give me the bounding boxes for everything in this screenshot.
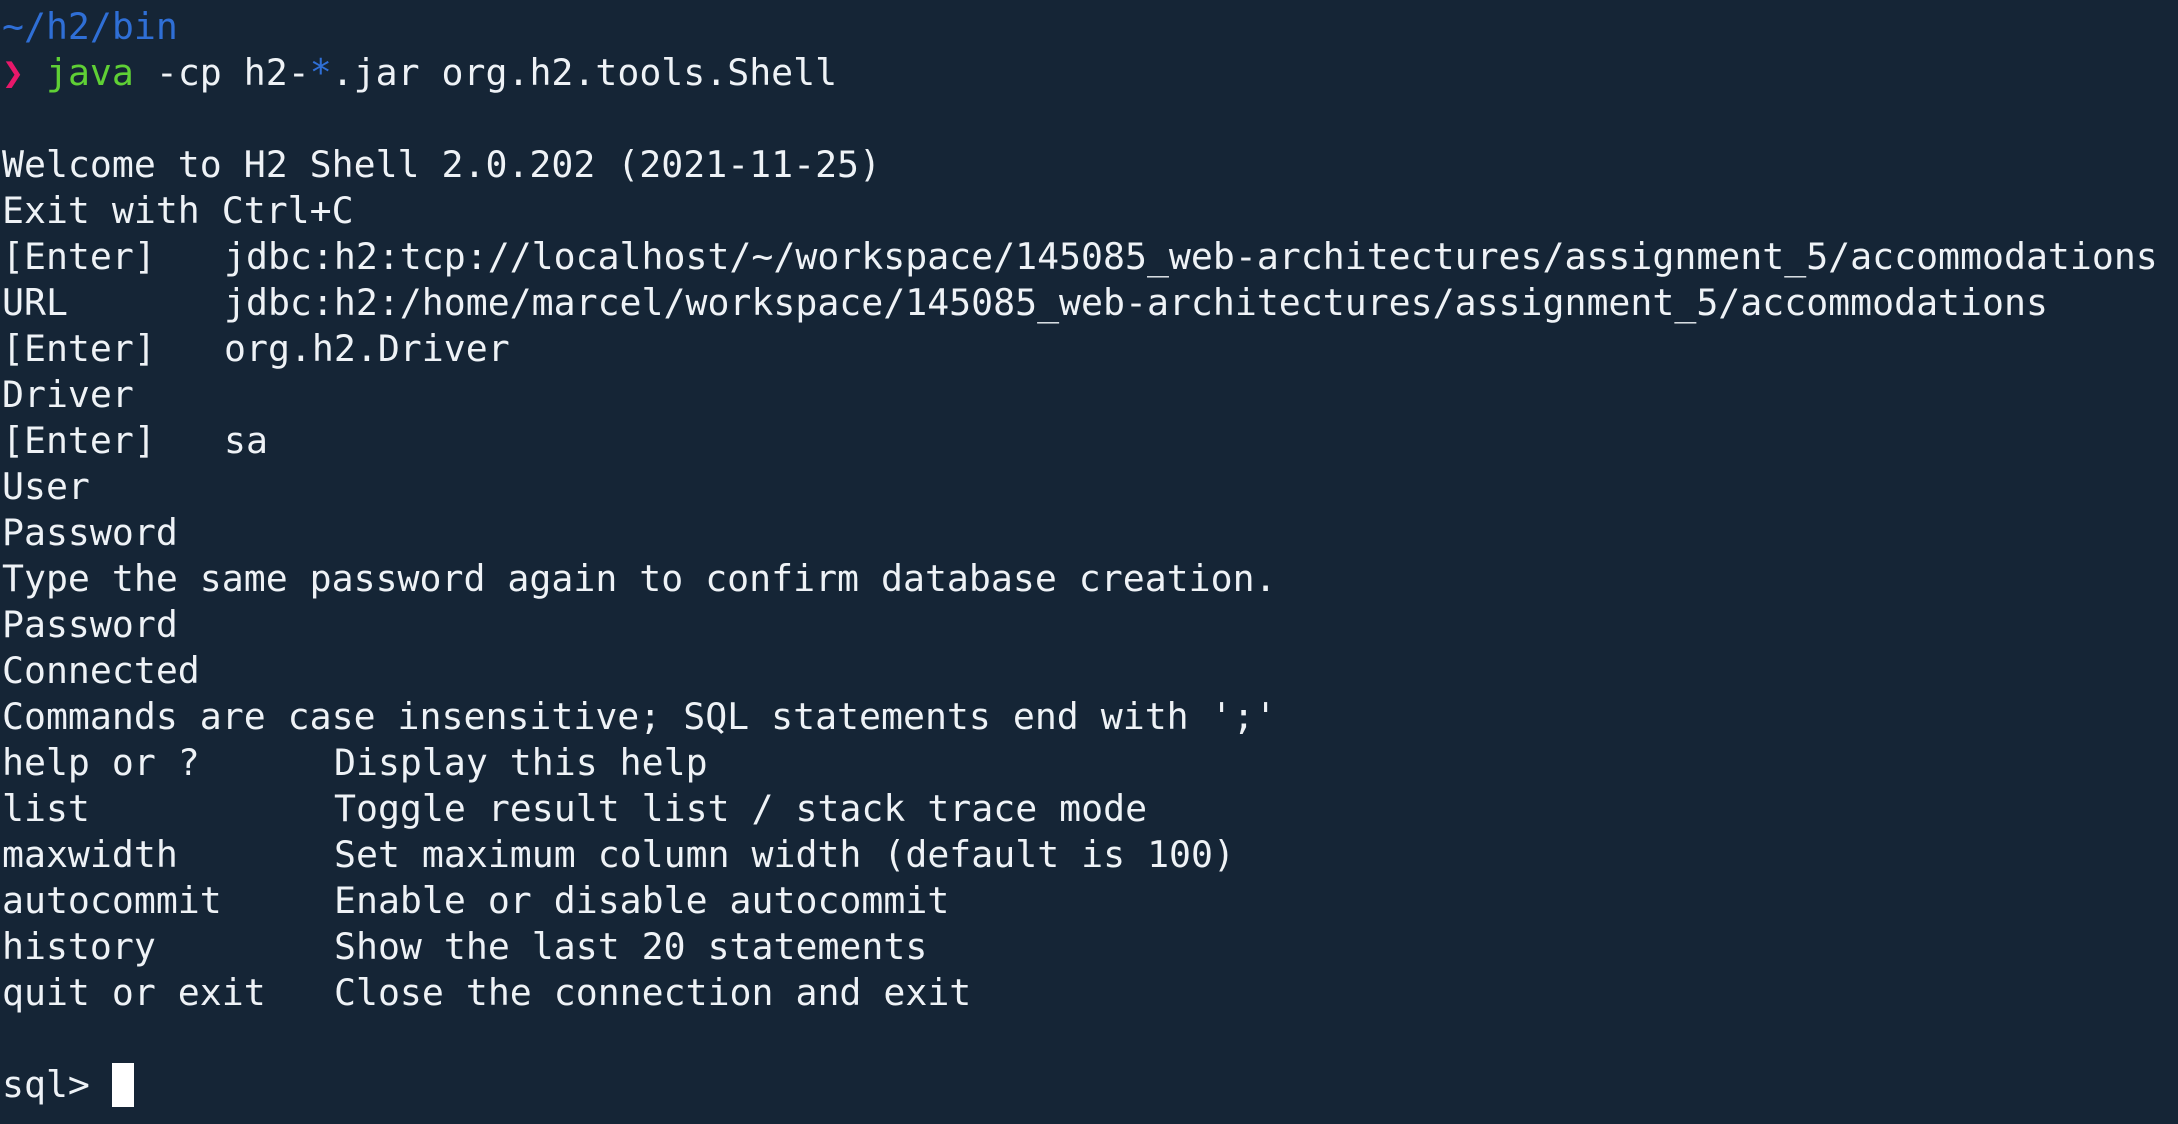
prompt-label: [Enter] — [2, 419, 156, 462]
terminal-window[interactable]: ~/h2/bin ❯ java -cp h2-*.jar org.h2.tool… — [0, 0, 2178, 1124]
help-row: help or ? Display this help — [2, 740, 708, 786]
command-line: ❯ java -cp h2-*.jar org.h2.tools.Shell — [2, 50, 837, 96]
help-command: autocommit — [2, 879, 222, 922]
help-row: history Show the last 20 statements — [2, 924, 927, 970]
prompt-row: [Enter] jdbc:h2:tcp://localhost/~/workspa… — [2, 234, 2158, 280]
prompt-row: Password — [2, 510, 178, 556]
help-description: Show the last 20 statements — [334, 925, 928, 968]
prompt-label: URL — [2, 281, 68, 324]
help-command: maxwidth — [2, 833, 178, 876]
prompt-row: [Enter] org.h2.Driver — [2, 326, 510, 372]
password-prompt: Password — [2, 603, 178, 646]
prompt-row: URL jdbc:h2:/home/marcel/workspace/145085… — [2, 280, 2048, 326]
confirm-message: Type the same password again to confirm … — [2, 557, 1277, 600]
command-args-rest: .jar org.h2.tools.Shell — [331, 51, 838, 94]
text-cursor[interactable] — [111, 1062, 134, 1107]
help-command: quit or exit — [2, 971, 266, 1014]
help-description: Display this help — [334, 741, 708, 784]
prompt-row: [Enter] sa — [2, 418, 268, 464]
welcome-message: Welcome to H2 Shell 2.0.202 (2021-11-25) — [2, 143, 881, 186]
prompt-value: jdbc:h2:tcp://localhost/~/workspace/1450… — [224, 235, 2158, 278]
prompt-row: User — [2, 464, 90, 510]
help-description: Toggle result list / stack trace mode — [334, 787, 1148, 830]
help-command: list — [2, 787, 90, 830]
sql-input-line[interactable]: sql> — [2, 1062, 134, 1108]
help-row: list Toggle result list / stack trace mod… — [2, 786, 1147, 832]
prompt-value: sa — [224, 419, 268, 462]
command-program: java — [45, 51, 134, 94]
help-description: Close the connection and exit — [334, 971, 972, 1014]
cwd-path: ~/h2/bin — [2, 5, 178, 48]
commands-intro: Commands are case insensitive; SQL state… — [2, 695, 1277, 738]
help-description: Enable or disable autocommit — [334, 879, 950, 922]
prompt-label: Driver — [2, 373, 134, 416]
help-description: Set maximum column width (default is 100… — [334, 833, 1235, 876]
prompt-value: jdbc:h2:/home/marcel/workspace/145085_we… — [224, 281, 2048, 324]
prompt-chevron-icon: ❯ — [2, 51, 24, 94]
help-row: maxwidth Set maximum column width (defaul… — [2, 832, 1235, 878]
help-command: help or ? — [2, 741, 200, 784]
command-glob: * — [309, 51, 332, 94]
prompt-label: [Enter] — [2, 327, 156, 370]
help-command: history — [2, 925, 156, 968]
sql-prompt: sql> — [2, 1063, 112, 1106]
prompt-label: Password — [2, 511, 178, 554]
prompt-label: User — [2, 465, 90, 508]
help-row: autocommit Enable or disable autocommit — [2, 878, 949, 924]
prompt-label: [Enter] — [2, 235, 156, 278]
help-row: quit or exit Close the connection and exi… — [2, 970, 971, 1016]
command-args: -cp h2- — [133, 51, 310, 94]
exit-hint: Exit with Ctrl+C — [2, 189, 354, 232]
prompt-value: org.h2.Driver — [224, 327, 510, 370]
connected-status: Connected — [2, 649, 200, 692]
prompt-row: Driver — [2, 372, 134, 418]
